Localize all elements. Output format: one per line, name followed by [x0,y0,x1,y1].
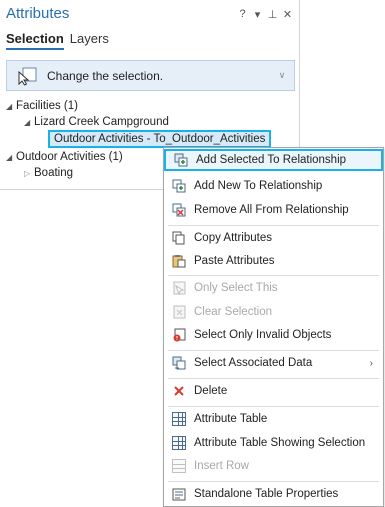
expanded-triangle-icon[interactable]: ◢ [6,99,16,115]
tree-item-boating[interactable]: ▷ Boating [24,165,73,181]
menu-separator [168,481,379,482]
collapsed-triangle-icon[interactable]: ▷ [24,166,34,182]
menu-item-attribute-table-showing-selection[interactable]: Attribute Table Showing Selection [164,432,383,454]
selection-cursor-icon [17,66,39,86]
pane-title-controls: ? ▾ ⊥ ✕ [237,8,293,21]
remove-relationship-icon [172,203,186,217]
menu-item-remove-all-from-relationship[interactable]: Remove All From Relationship [164,199,383,221]
help-icon[interactable]: ? [237,8,248,21]
menu-separator [168,378,379,379]
menu-separator [168,406,379,407]
menu-item-attribute-table[interactable]: Attribute Table [164,408,383,430]
associated-data-icon [172,356,186,370]
tab-layers[interactable]: Layers [70,31,109,50]
chevron-right-icon: › [369,357,373,369]
menu-item-add-selected-to-relationship[interactable]: Add Selected To Relationship [164,149,383,171]
menu-item-only-select-this[interactable]: Only Select This [164,277,383,299]
copy-icon [172,231,186,245]
menu-item-copy-attributes[interactable]: Copy Attributes [164,227,383,249]
menu-separator [168,350,379,351]
table-icon [172,412,186,426]
context-menu: Add Selected To Relationship Add New To … [163,147,384,507]
paste-icon [172,254,186,268]
selection-prompt-text: Change the selection. [47,68,164,83]
clear-selection-icon [172,305,186,319]
expanded-triangle-icon[interactable]: ◢ [6,150,16,166]
tree-item-facilities[interactable]: ◢ Facilities (1) [6,98,78,114]
menu-item-select-associated-data[interactable]: Select Associated Data › [164,352,383,374]
menu-separator [168,225,379,226]
insert-row-icon [172,459,186,473]
add-new-relationship-icon [172,179,186,193]
tab-selection[interactable]: Selection [6,31,64,50]
pane-tabs: Selection Layers [6,31,109,50]
options-dropdown-icon[interactable]: ▾ [252,8,263,21]
change-selection-dropdown[interactable]: Change the selection. ∨ [6,60,295,91]
add-selected-relationship-icon [174,153,188,167]
tree-item-outdoor-activities-relationship[interactable]: Outdoor Activities - To_Outdoor_Activiti… [48,130,272,148]
chevron-down-icon: ∨ [278,70,286,80]
menu-item-standalone-table-properties[interactable]: Standalone Table Properties [164,483,383,505]
delete-icon [172,384,186,398]
menu-item-delete[interactable]: Delete [164,380,383,402]
tree-item-lizard-creek[interactable]: ◢ Lizard Creek Campground [24,114,169,130]
menu-separator [168,275,379,276]
tree-item-outdoor-activities[interactable]: ◢ Outdoor Activities (1) [6,149,123,165]
expanded-triangle-icon[interactable]: ◢ [24,115,34,131]
pane-title: Attributes [6,5,70,22]
menu-item-add-new-to-relationship[interactable]: Add New To Relationship [164,175,383,197]
menu-item-paste-attributes[interactable]: Paste Attributes [164,250,383,272]
properties-icon [172,487,186,501]
table-selection-icon [172,436,186,450]
menu-item-clear-selection[interactable]: Clear Selection [164,301,383,323]
menu-item-insert-row[interactable]: Insert Row [164,455,383,477]
menu-item-select-only-invalid-objects[interactable]: Select Only Invalid Objects [164,324,383,346]
close-icon[interactable]: ✕ [282,8,293,21]
invalid-objects-icon [172,328,186,342]
select-this-icon [172,281,186,296]
pin-icon[interactable]: ⊥ [267,8,278,21]
